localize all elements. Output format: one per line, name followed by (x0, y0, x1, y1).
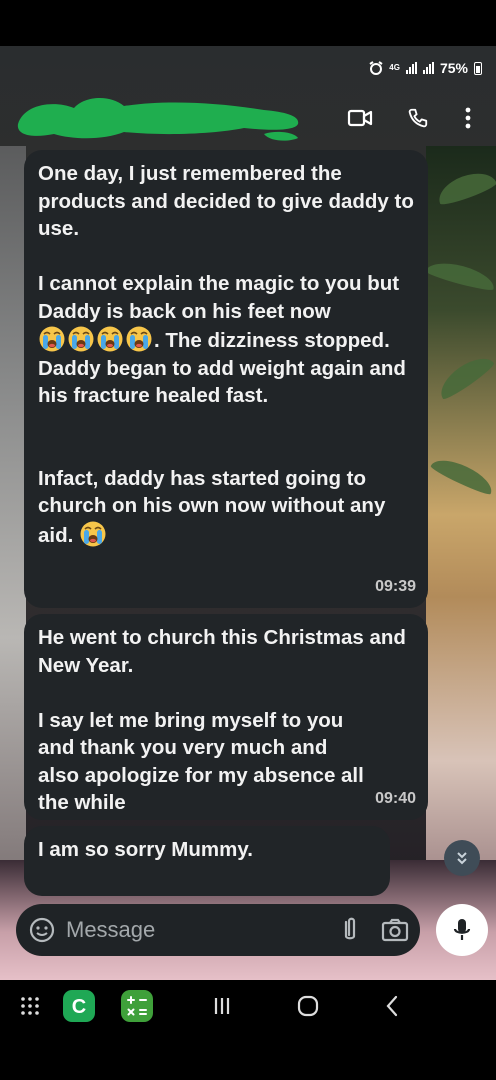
crying-emoji-icon (96, 325, 124, 353)
wallpaper-left (0, 146, 26, 966)
android-nav-bar: C (0, 980, 496, 1032)
recent-apps-button[interactable] (204, 990, 240, 1022)
message-input[interactable] (66, 914, 316, 946)
paperclip-icon[interactable] (338, 916, 362, 944)
home-button[interactable] (290, 990, 326, 1022)
c-app-icon: C (63, 990, 95, 1022)
message-text: I say let me bring myself to you and tha… (38, 708, 364, 815)
more-options-button[interactable] (452, 102, 484, 134)
home-icon (297, 995, 319, 1017)
message-text: I am so sorry Mummy. (38, 838, 253, 861)
voice-call-button[interactable] (402, 102, 434, 134)
voice-record-button[interactable] (436, 904, 488, 956)
message-time: 09:40 (375, 789, 416, 807)
message-text: I cannot explain the magic to you but Da… (38, 272, 406, 407)
message-bubble-1[interactable]: One day, I just remembered the products … (24, 150, 428, 608)
crying-emoji-icon (67, 325, 95, 353)
redacted-contact-name (17, 97, 299, 141)
message-time: 09:39 (375, 577, 416, 595)
c-app-shortcut[interactable]: C (62, 990, 96, 1022)
message-text: One day, I just remembered the products … (38, 162, 414, 240)
network-type: 4G (389, 63, 400, 72)
svg-text:C: C (72, 996, 86, 1018)
chat-header (0, 84, 496, 148)
scroll-to-bottom-button[interactable] (444, 840, 480, 876)
app-grid-icon (21, 997, 39, 1015)
battery-percent: 75% (439, 60, 468, 76)
top-black-bar (0, 0, 496, 46)
message-bubble-2[interactable]: He went to church this Christmas and New… (24, 614, 428, 820)
message-text: Infact, daddy has started going to churc… (38, 466, 386, 548)
bottom-black-bar (0, 1032, 496, 1080)
message-text: He went to church this Christmas and New… (38, 626, 406, 677)
back-icon (386, 995, 398, 1017)
crying-emoji-icon (125, 325, 153, 353)
app-drawer-button[interactable] (14, 990, 46, 1022)
crying-emoji-icon (79, 520, 107, 548)
sticker-icon[interactable] (28, 916, 56, 944)
calculator-shortcut[interactable] (120, 990, 154, 1022)
message-composer (16, 904, 420, 956)
battery-icon (474, 61, 482, 75)
signal-icon (405, 62, 417, 74)
more-vertical-icon (465, 107, 471, 129)
crying-emoji-icon (38, 325, 66, 353)
video-call-button[interactable] (344, 102, 376, 134)
alarm-icon (369, 61, 383, 75)
signal-icon-2 (422, 62, 434, 74)
calculator-icon (121, 990, 153, 1022)
camera-icon[interactable] (380, 916, 410, 944)
recent-apps-icon (214, 998, 230, 1014)
double-chevron-down-icon (457, 852, 467, 865)
phone-icon (408, 108, 428, 128)
back-button[interactable] (374, 990, 410, 1022)
mic-icon (453, 919, 471, 940)
message-bubble-3[interactable]: I am so sorry Mummy. (24, 826, 390, 896)
video-call-icon (347, 109, 373, 127)
status-bar: 4G 75% (369, 56, 482, 80)
